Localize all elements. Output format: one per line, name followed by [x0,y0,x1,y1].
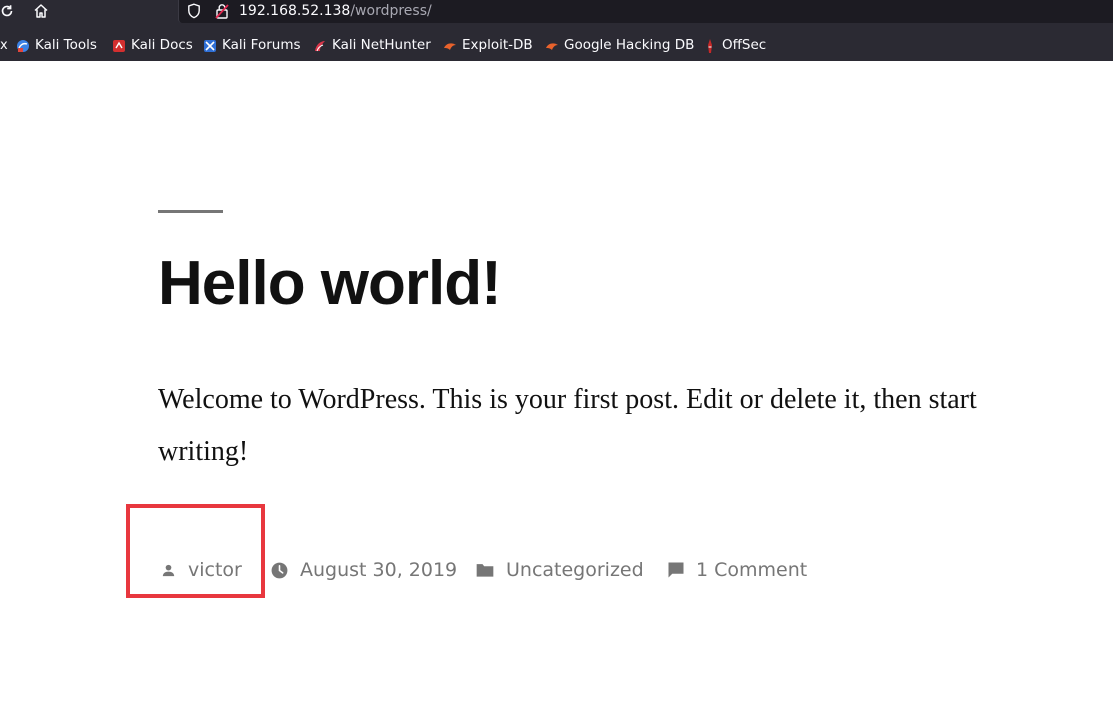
url-text[interactable]: 192.168.52.138/wordpress/ [239,1,432,21]
post-meta: victor August 30, 2019 Uncategorized 1 C… [0,552,1113,588]
kali-forums-icon [203,38,217,52]
address-bar[interactable]: 192.168.52.138/wordpress/ [178,0,1113,23]
post-title[interactable]: Hello world! [158,242,502,326]
google-hacking-db-icon [545,38,559,52]
bookmark-label: Kali Tools [35,37,97,53]
bookmark-exploit-db[interactable]: Exploit-DB [443,32,533,58]
kali-nethunter-icon [313,38,327,52]
clock-icon [271,562,288,578]
kali-tools-icon [16,38,30,52]
insecure-lock-icon[interactable] [214,2,230,20]
bookmark-google-hacking-db[interactable]: Google Hacking DB [545,32,694,58]
bookmark-kali-forums[interactable]: Kali Forums [203,32,301,58]
kali-docs-icon [112,38,126,52]
post-comments: 1 Comment [667,552,807,588]
browser-chrome: 192.168.52.138/wordpress/ x Kali Tools K… [0,0,1113,61]
home-icon[interactable] [30,0,52,22]
bookmark-label: Kali Docs [131,37,193,53]
url-host: 192.168.52.138 [239,3,351,19]
person-icon [162,564,175,576]
shield-icon[interactable] [186,2,202,20]
bookmarks-toolbar: Kali Tools Kali Docs Kali Forums Kali Ne… [0,32,1113,58]
comments-link[interactable]: 1 Comment [696,559,807,581]
bookmark-kali-docs[interactable]: Kali Docs [112,32,193,58]
exploit-db-icon [443,38,457,52]
bookmark-label: Kali Forums [222,37,301,53]
category-link[interactable]: Uncategorized [506,559,644,581]
bookmark-kali-tools[interactable]: Kali Tools [16,32,97,58]
bookmark-offsec[interactable]: OffSec [703,32,766,58]
navigation-row: 192.168.52.138/wordpress/ [0,0,1113,24]
bookmark-label: Exploit-DB [462,37,533,53]
comment-icon [668,562,684,578]
title-separator [158,210,223,213]
post-author: victor [160,552,242,588]
folder-icon [476,564,494,577]
post-category: Uncategorized [475,552,644,588]
reload-icon[interactable] [0,0,18,22]
bookmark-label: Google Hacking DB [564,37,695,53]
post-content: Welcome to WordPress. This is your first… [158,384,977,467]
offsec-icon [703,38,717,53]
post-date: August 30, 2019 [270,552,457,588]
author-link[interactable]: victor [188,559,242,581]
url-path: /wordpress/ [350,3,432,19]
bookmark-label: OffSec [722,37,767,53]
date-link[interactable]: August 30, 2019 [300,559,457,581]
bookmark-kali-nethunter[interactable]: Kali NetHunter [313,32,431,58]
bookmark-label: Kali NetHunter [332,37,431,53]
